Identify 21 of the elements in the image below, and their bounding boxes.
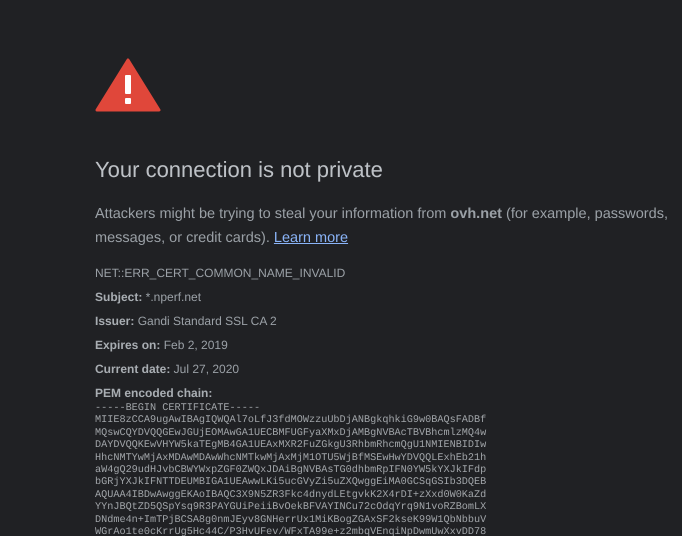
page-heading: Your connection is not private [95, 156, 384, 184]
error-code: NET::ERR_CERT_COMMON_NAME_INVALID [95, 265, 346, 281]
certificate-line: aW4gQ29udHJvbCBWYWxpZGF0ZWQxJDAiBgNVBAsTG0dhbmRpIFN0YW5kYXJkIFdp [95, 465, 486, 476]
certificate-line: bGRjYXJkIFNTTDEUMBIGA1UEAwwLKi5ucGVyZi5uZXQwggEiMA0GCSqGSIb3DQEB [95, 477, 486, 490]
learn-more-link[interactable]: Learn more [274, 230, 348, 246]
certificate-line: HhcNMTYwMjAxMDAwMDAwWhcNMTkwMjAxMjM1OTU5WjBfMSEwHwYDVQQLExhEb21h [95, 452, 486, 464]
pem-label: PEM encoded chain: [95, 385, 214, 401]
certificate-line: MQswCQYDVQQGEwJGUjEOMAwGA1UECBMFUGFyaXMxDjAMBgNVBAcTBVBhcmlzMQ4w [95, 428, 486, 440]
certificate-detail: Expires on: Feb 2, 2019 [95, 337, 229, 353]
certificate-line: MIIE8zCCA9ugAwIBAgIQWQAl7oLfJ3fdMOWzzuUbDjANBgkqhkiG9w0BAQsFADBf [95, 415, 486, 428]
certificate-detail: Issuer: Gandi Standard SSL CA 2 [95, 313, 278, 329]
certificate-detail: Current date: Jul 27, 2020 [95, 361, 240, 377]
certificate-detail: Subject: *.nperf.net [95, 289, 202, 305]
warning-icon [95, 58, 161, 112]
certificate-line: DNdme4n+ImTPjBCSA8g0nmJEyv8GNHerrUx1MiKBogZGAxSF2kseK99W1QbNbbuV [95, 514, 486, 526]
warning-message: Attackers might be trying to steal your information from ovh.net (for example, passwords, messages, or credit cards). Learn more [95, 205, 669, 248]
certificate-line: WGrAo1te0cKrrUg5Hc44C/P3HvUFev/WFxTA99e+z2mbqVEnqiNpDwmUwXxvDD78 [95, 527, 486, 536]
certificate-line: -----BEGIN CERTIFICATE----- [95, 403, 260, 414]
certificate-line: YYnJBQtZD5QSpYsq9R3PAYGUiPeiiBvOekBFVAYINCu72cOdqYrq9N1voRZBomLX [95, 502, 486, 514]
certificate-line: AQUAA4IBDwAwggEKAoIBAQC3X9N5ZR3Fkc4dnydLEtgvkK2X4rDI+zXxd0W0KaZd [95, 490, 486, 502]
certificate-line: DAYDVQQKEwVHYW5kaTEgMB4GA1UEAxMXR2FuZGkgU3RhbmRhcmQgU1NMIENBIDIw [95, 440, 486, 452]
